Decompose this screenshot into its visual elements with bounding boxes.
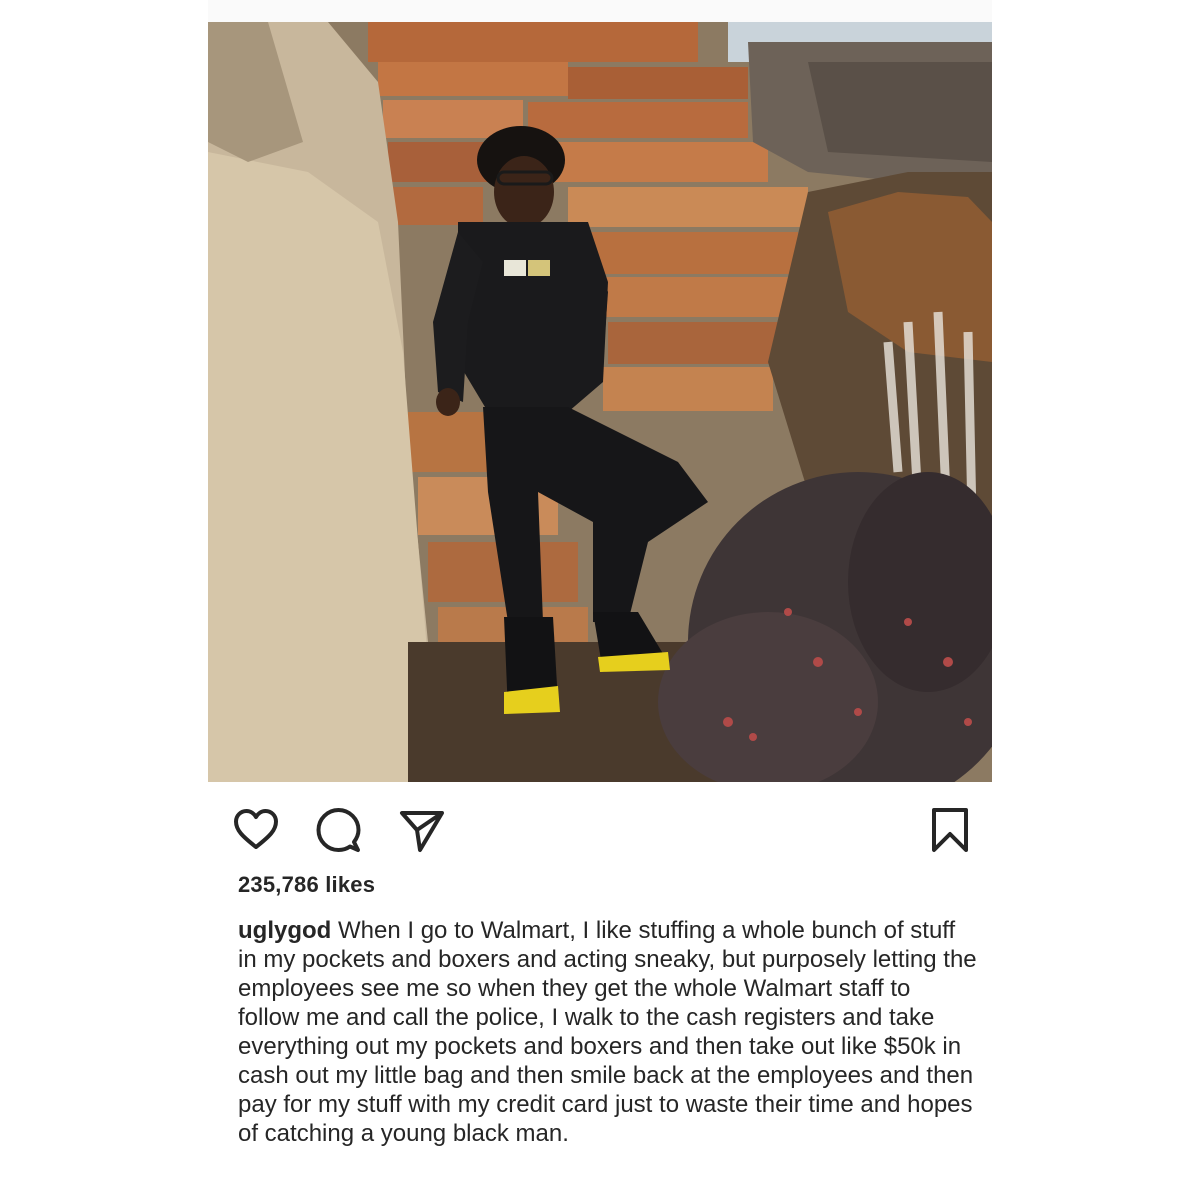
post-actions-bar [232,806,972,854]
post-caption: uglygod When I go to Walmart, I like stu… [238,916,978,1148]
caption-username[interactable]: uglygod [238,917,331,944]
post-top-strip [208,0,992,22]
likes-count[interactable]: 235,786 likes [238,872,375,898]
post-photo[interactable] [208,22,992,782]
photo-illustration [208,22,992,782]
bookmark-icon[interactable] [926,806,974,854]
caption-text: When I go to Walmart, I like stuffing a … [238,917,977,1147]
paper-plane-icon[interactable] [398,806,446,854]
comment-icon[interactable] [314,806,362,854]
heart-icon[interactable] [232,806,280,854]
instagram-post: 235,786 likes uglygod When I go to Walma… [208,0,992,1200]
